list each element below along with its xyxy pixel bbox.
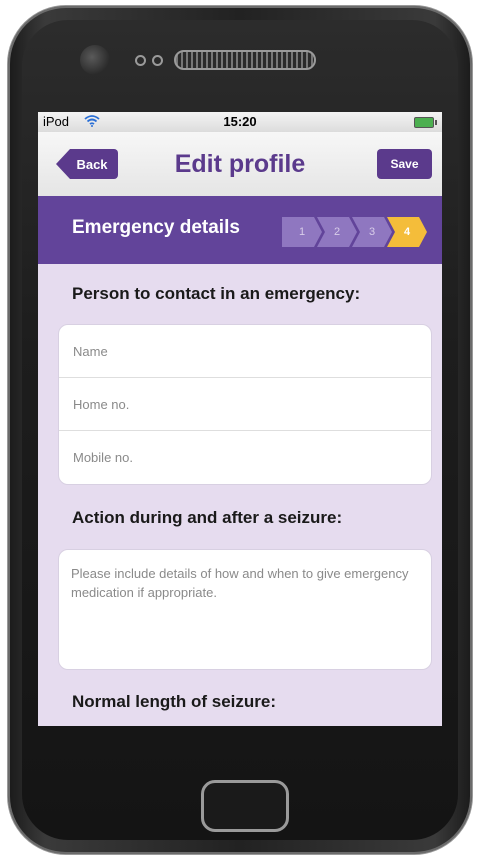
mobile-row [59,431,431,484]
earpiece-speaker [174,50,316,70]
section-header: Emergency details 1 2 3 4 [38,196,442,264]
name-field[interactable] [71,342,415,360]
home-button[interactable] [201,780,289,832]
status-time: 15:20 [223,114,257,129]
step-3[interactable]: 3 [352,217,392,247]
contact-card [58,324,432,485]
home-row [59,378,431,431]
app-screen: iPod 15:20 Back Edit profile Save Emerge… [38,112,442,726]
step-1[interactable]: 1 [282,217,322,247]
battery-icon [414,117,437,128]
action-textarea[interactable] [59,550,429,678]
step-4[interactable]: 4 [387,217,427,247]
navigation-bar: Back Edit profile Save [38,132,442,197]
front-camera [80,45,110,75]
status-bar: iPod 15:20 [38,112,442,132]
action-heading: Action during and after a seizure: [72,508,343,527]
name-row [59,325,431,378]
contact-heading: Person to contact in an emergency: [72,284,361,303]
save-button[interactable]: Save [377,149,432,179]
proximity-sensor [135,55,146,66]
step-indicator: 1 2 3 4 [282,217,442,247]
mobile-number-field[interactable] [71,449,415,466]
seizure-length-heading: Normal length of seizure: [72,692,277,711]
section-title: Emergency details [72,217,240,238]
step-2[interactable]: 2 [317,217,357,247]
action-card [58,549,432,678]
light-sensor [152,55,163,66]
home-number-field[interactable] [71,395,415,413]
